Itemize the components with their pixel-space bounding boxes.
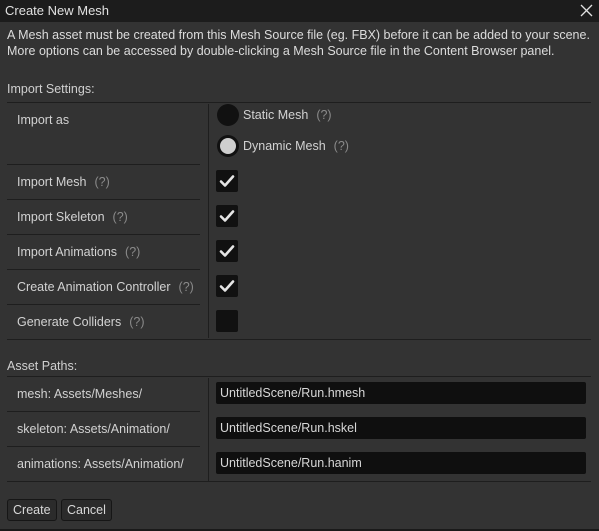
dialog-description: A Mesh asset must be created from this M…: [7, 28, 590, 58]
skeleton-path-label: skeleton: Assets/Animation/: [17, 422, 170, 436]
cancel-button[interactable]: Cancel: [61, 499, 112, 521]
column-divider: [208, 104, 209, 338]
divider: [7, 164, 200, 165]
divider: [7, 269, 200, 270]
divider: [7, 234, 200, 235]
skeleton-path-input[interactable]: [216, 417, 586, 439]
help-icon[interactable]: (?): [94, 175, 109, 189]
help-icon[interactable]: (?): [179, 280, 194, 294]
help-icon[interactable]: (?): [334, 139, 349, 153]
label-text: Import Mesh: [17, 175, 87, 189]
import-animations-label: Import Animations (?): [17, 245, 140, 259]
help-icon[interactable]: (?): [129, 315, 144, 329]
divider: [7, 446, 200, 447]
create-animation-controller-checkbox[interactable]: [216, 275, 238, 297]
title-bar[interactable]: Create New Mesh: [0, 0, 599, 22]
import-skeleton-checkbox[interactable]: [216, 205, 238, 227]
divider: [7, 199, 200, 200]
help-icon[interactable]: (?): [113, 210, 128, 224]
column-divider: [208, 378, 209, 481]
create-animation-controller-label: Create Animation Controller (?): [17, 280, 194, 294]
label-text: Import Animations: [17, 245, 118, 259]
divider: [7, 481, 591, 482]
mesh-path-label: mesh: Assets/Meshes/: [17, 387, 143, 401]
animations-path-input[interactable]: [216, 452, 586, 474]
dynamic-mesh-label: Dynamic Mesh: [243, 139, 326, 153]
import-mesh-label: Import Mesh (?): [17, 175, 110, 189]
divider: [7, 376, 591, 377]
divider: [7, 304, 200, 305]
help-icon[interactable]: (?): [125, 245, 140, 259]
close-icon[interactable]: [580, 4, 593, 17]
divider: [7, 411, 200, 412]
checkmark-icon: [219, 245, 235, 257]
asset-paths-heading: Asset Paths:: [7, 359, 78, 373]
dynamic-mesh-radio[interactable]: [217, 135, 239, 157]
static-mesh-label: Static Mesh: [243, 108, 309, 122]
generate-colliders-checkbox[interactable]: [216, 310, 238, 332]
static-mesh-radio[interactable]: [217, 104, 239, 126]
divider: [7, 339, 591, 340]
dialog-title: Create New Mesh: [5, 3, 110, 18]
create-new-mesh-dialog: Create New Mesh A Mesh asset must be cre…: [0, 0, 599, 531]
label-text: Create Animation Controller: [17, 280, 171, 294]
static-mesh-option[interactable]: Static Mesh (?): [243, 108, 332, 122]
dynamic-mesh-option[interactable]: Dynamic Mesh (?): [243, 139, 349, 153]
import-animations-checkbox[interactable]: [216, 240, 238, 262]
import-skeleton-label: Import Skeleton (?): [17, 210, 128, 224]
label-text: Generate Colliders: [17, 315, 122, 329]
create-button[interactable]: Create: [7, 499, 57, 521]
import-as-label: Import as: [17, 113, 70, 127]
import-settings-heading: Import Settings:: [7, 82, 95, 96]
animations-path-label: animations: Assets/Animation/: [17, 457, 184, 471]
checkmark-icon: [219, 280, 235, 292]
checkmark-icon: [219, 210, 235, 222]
help-icon[interactable]: (?): [316, 108, 331, 122]
label-text: Import Skeleton: [17, 210, 105, 224]
generate-colliders-label: Generate Colliders (?): [17, 315, 145, 329]
divider: [7, 102, 591, 103]
import-mesh-checkbox[interactable]: [216, 170, 238, 192]
checkmark-icon: [219, 175, 235, 187]
mesh-path-input[interactable]: [216, 382, 586, 404]
